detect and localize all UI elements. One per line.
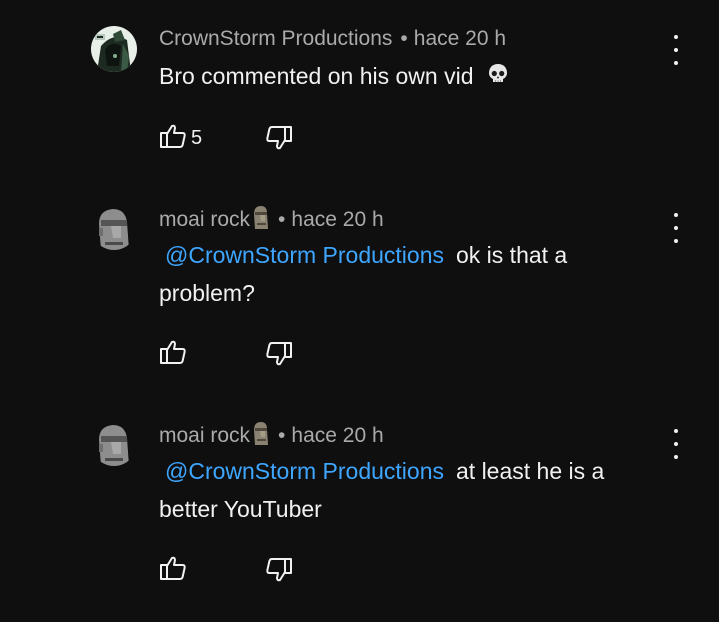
dislike-button[interactable]	[265, 124, 293, 157]
moai-avatar-image	[91, 420, 137, 466]
like-button[interactable]	[159, 338, 187, 371]
comment-actions	[159, 338, 292, 371]
comment-time[interactable]: hace 20 h	[414, 27, 506, 51]
comment-text-container: @CrownStorm Productions ok is that a prob…	[159, 236, 659, 312]
more-options-button[interactable]	[664, 35, 688, 65]
like-button[interactable]	[159, 554, 187, 587]
more-vertical-icon	[674, 213, 678, 217]
comment-author[interactable]: moai rock	[159, 208, 250, 232]
comment-meta: moai rock • hace 20 h	[159, 205, 384, 235]
comment-author[interactable]: CrownStorm Productions	[159, 27, 392, 51]
more-vertical-icon	[674, 35, 678, 39]
mention-link[interactable]: @CrownStorm Productions	[165, 242, 444, 268]
dislike-button[interactable]	[265, 556, 293, 589]
comment-text: Bro commented on his own vid	[159, 63, 474, 89]
avatar[interactable]	[91, 204, 137, 250]
like-button[interactable]: 5	[159, 122, 202, 155]
crownstorm-avatar-image	[91, 26, 137, 72]
thumbs-down-icon	[265, 556, 293, 589]
separator-dot: •	[278, 208, 286, 231]
thumbs-up-icon	[159, 122, 187, 155]
comment-text-container: Bro commented on his own vid	[159, 57, 659, 97]
dislike-button[interactable]	[265, 340, 293, 373]
separator-dot: •	[400, 27, 408, 50]
thumbs-down-icon	[265, 340, 293, 373]
comment-actions: 5	[159, 122, 292, 155]
thumbs-up-icon	[159, 554, 187, 587]
mention-link[interactable]: @CrownStorm Productions	[165, 458, 444, 484]
comment-text-container: @CrownStorm Productions at least he is a …	[159, 452, 659, 528]
avatar[interactable]	[91, 26, 137, 72]
comment-time[interactable]: hace 20 h	[291, 208, 383, 232]
comment-meta: moai rock • hace 20 h	[159, 421, 384, 451]
skull-emoji-icon	[486, 59, 510, 97]
moai-emoji-icon	[252, 205, 270, 235]
separator-dot: •	[278, 424, 286, 447]
avatar[interactable]	[91, 420, 137, 466]
like-count: 5	[191, 126, 203, 149]
comment-actions	[159, 554, 292, 587]
more-options-button[interactable]	[664, 429, 688, 459]
moai-avatar-image	[91, 204, 137, 250]
thumbs-down-icon	[265, 124, 293, 157]
comment-time[interactable]: hace 20 h	[291, 424, 383, 448]
comment-meta: CrownStorm Productions • hace 20 h	[159, 27, 506, 51]
comment-author[interactable]: moai rock	[159, 424, 250, 448]
thumbs-up-icon	[159, 338, 187, 371]
more-options-button[interactable]	[664, 213, 688, 243]
moai-emoji-icon	[252, 421, 270, 451]
more-vertical-icon	[674, 429, 678, 433]
